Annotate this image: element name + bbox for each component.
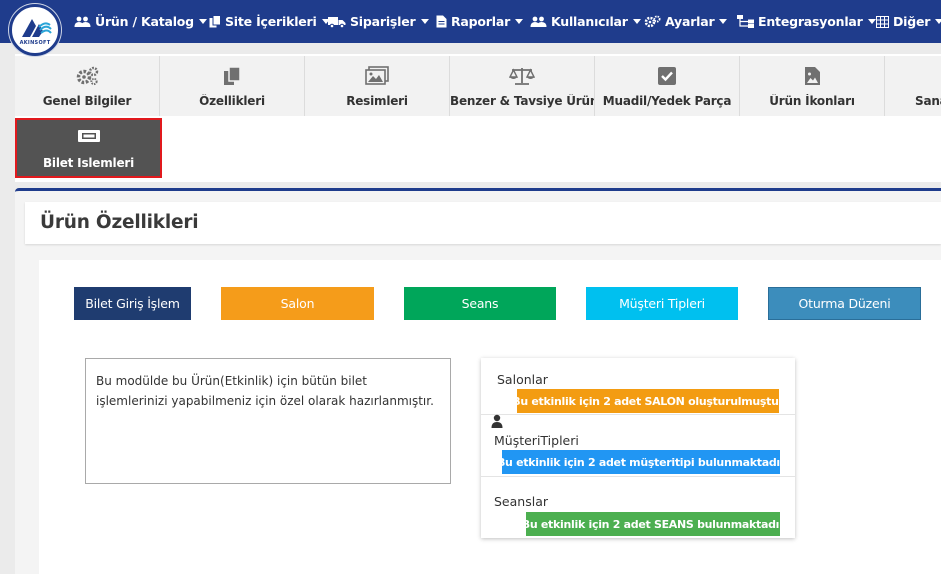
tabs-panel: Genel Bilgiler Özellikleri Resimleri Ben… [15, 54, 941, 182]
nav-label: Site İçerikleri [225, 14, 317, 29]
tab-label: Bilet Islemleri [42, 156, 135, 170]
nav-entegrasyonlar[interactable]: Entegrasyonlar [737, 0, 876, 43]
tab-muadil-yedek-parca[interactable]: Muadil/Yedek Parça [595, 56, 740, 116]
nav-kullanicilar[interactable]: Kullanıcılar [530, 0, 641, 43]
musteri-tipi-count-badge: Bu etkinlik için 2 adet müşteritipi bulu… [497, 450, 785, 474]
caret-down-icon [719, 19, 728, 24]
nav-label: Siparişler [350, 14, 416, 29]
nav-label: Entegrasyonlar [758, 14, 863, 29]
tab-sanal[interactable]: Sanal [885, 56, 941, 116]
page-title-bar: Ürün Özellikleri [25, 202, 941, 244]
caret-down-icon [935, 19, 941, 24]
divider [481, 414, 795, 415]
check-square-icon [595, 66, 739, 86]
users-icon [74, 16, 91, 27]
copy-icon [160, 66, 304, 86]
oturma-duzeni-button[interactable]: Oturma Düzeni [768, 287, 921, 320]
salonlar-label: Salonlar [497, 372, 548, 387]
sitemap-icon [737, 15, 754, 28]
tab-benzer-tavsiye[interactable]: Benzer & Tavsiye Ürünler [450, 56, 595, 116]
copy-icon [209, 15, 221, 28]
tab-label: Özellikleri [199, 94, 265, 108]
bilet-giris-islem-button[interactable]: Bilet Giriş İşlem [74, 287, 191, 320]
info-card: Salonlar Bu etkinlik için 2 adet SALON o… [481, 358, 795, 538]
nav-siparisler[interactable]: Siparişler [328, 0, 429, 43]
nav-label: Ürün / Katalog [95, 14, 194, 29]
seans-button[interactable]: Seans [404, 287, 556, 320]
nav-urun-katalog[interactable]: Ürün / Katalog [74, 0, 207, 43]
salon-button[interactable]: Salon [221, 287, 374, 320]
nav-label: Diğer [893, 14, 931, 29]
caret-down-icon [198, 19, 207, 24]
nav-diger[interactable]: Diğer [876, 0, 941, 43]
musteritipleri-label: MüşteriTipleri [494, 433, 579, 448]
nav-label: Kullanıcılar [551, 14, 628, 29]
seans-count-badge: Bu etkinlik için 2 adet SEANS bulunmakta… [522, 512, 785, 536]
page-title: Ürün Özellikleri [40, 212, 199, 233]
tab-ozellikleri[interactable]: Özellikleri [160, 56, 305, 116]
image-icon [305, 66, 449, 86]
ticket-icon [17, 128, 160, 148]
description-box: Bu modülde bu Ürün(Etkinlik) için bütün … [85, 358, 451, 484]
nav-label: Ayarlar [665, 14, 715, 29]
tab-label: Ürün İkonları [769, 94, 855, 108]
nav-label: Raporlar [451, 14, 511, 29]
salon-count-badge: Bu etkinlik için 2 adet SALON oluşturulm… [512, 389, 784, 413]
file-image-icon [740, 66, 884, 86]
grid-icon [876, 15, 889, 28]
tab-genel-bilgiler[interactable]: Genel Bilgiler [15, 56, 160, 116]
tab-label: Resimleri [346, 94, 408, 108]
file-icon [436, 15, 447, 28]
nav-raporlar[interactable]: Raporlar [436, 0, 524, 43]
gears-icon [644, 15, 661, 28]
user-icon [491, 413, 503, 432]
caret-down-icon [515, 19, 524, 24]
tab-label: Genel Bilgiler [42, 94, 132, 108]
tab-resimleri[interactable]: Resimleri [305, 56, 450, 116]
logo-text: AKINSOFT [19, 40, 51, 46]
brand-logo[interactable]: AKINSOFT [9, 4, 61, 56]
tab-label: Benzer & Tavsiye Ürünler [450, 94, 594, 108]
top-navbar: Ürün / Katalog Site İçerikleri Siparişle… [0, 0, 941, 43]
musteri-tipleri-button[interactable]: Müşteri Tipleri [586, 287, 738, 320]
divider [481, 476, 795, 477]
users-icon [530, 16, 547, 27]
balance-scale-icon [450, 66, 594, 86]
caret-down-icon [867, 19, 876, 24]
caret-down-icon [420, 19, 429, 24]
seanslar-label: Seanslar [494, 494, 548, 509]
caret-down-icon [632, 19, 641, 24]
tab-label: Sanal [915, 94, 941, 108]
truck-icon [328, 16, 346, 28]
nav-ayarlar[interactable]: Ayarlar [644, 0, 728, 43]
gears-icon [15, 66, 159, 86]
tab-label: Muadil/Yedek Parça [602, 94, 732, 108]
tab-bilet-islemleri[interactable]: Bilet Islemleri [15, 118, 162, 178]
nav-site-icerikleri[interactable]: Site İçerikleri [209, 0, 330, 43]
tab-urun-ikonlari[interactable]: Ürün İkonları [740, 56, 885, 116]
